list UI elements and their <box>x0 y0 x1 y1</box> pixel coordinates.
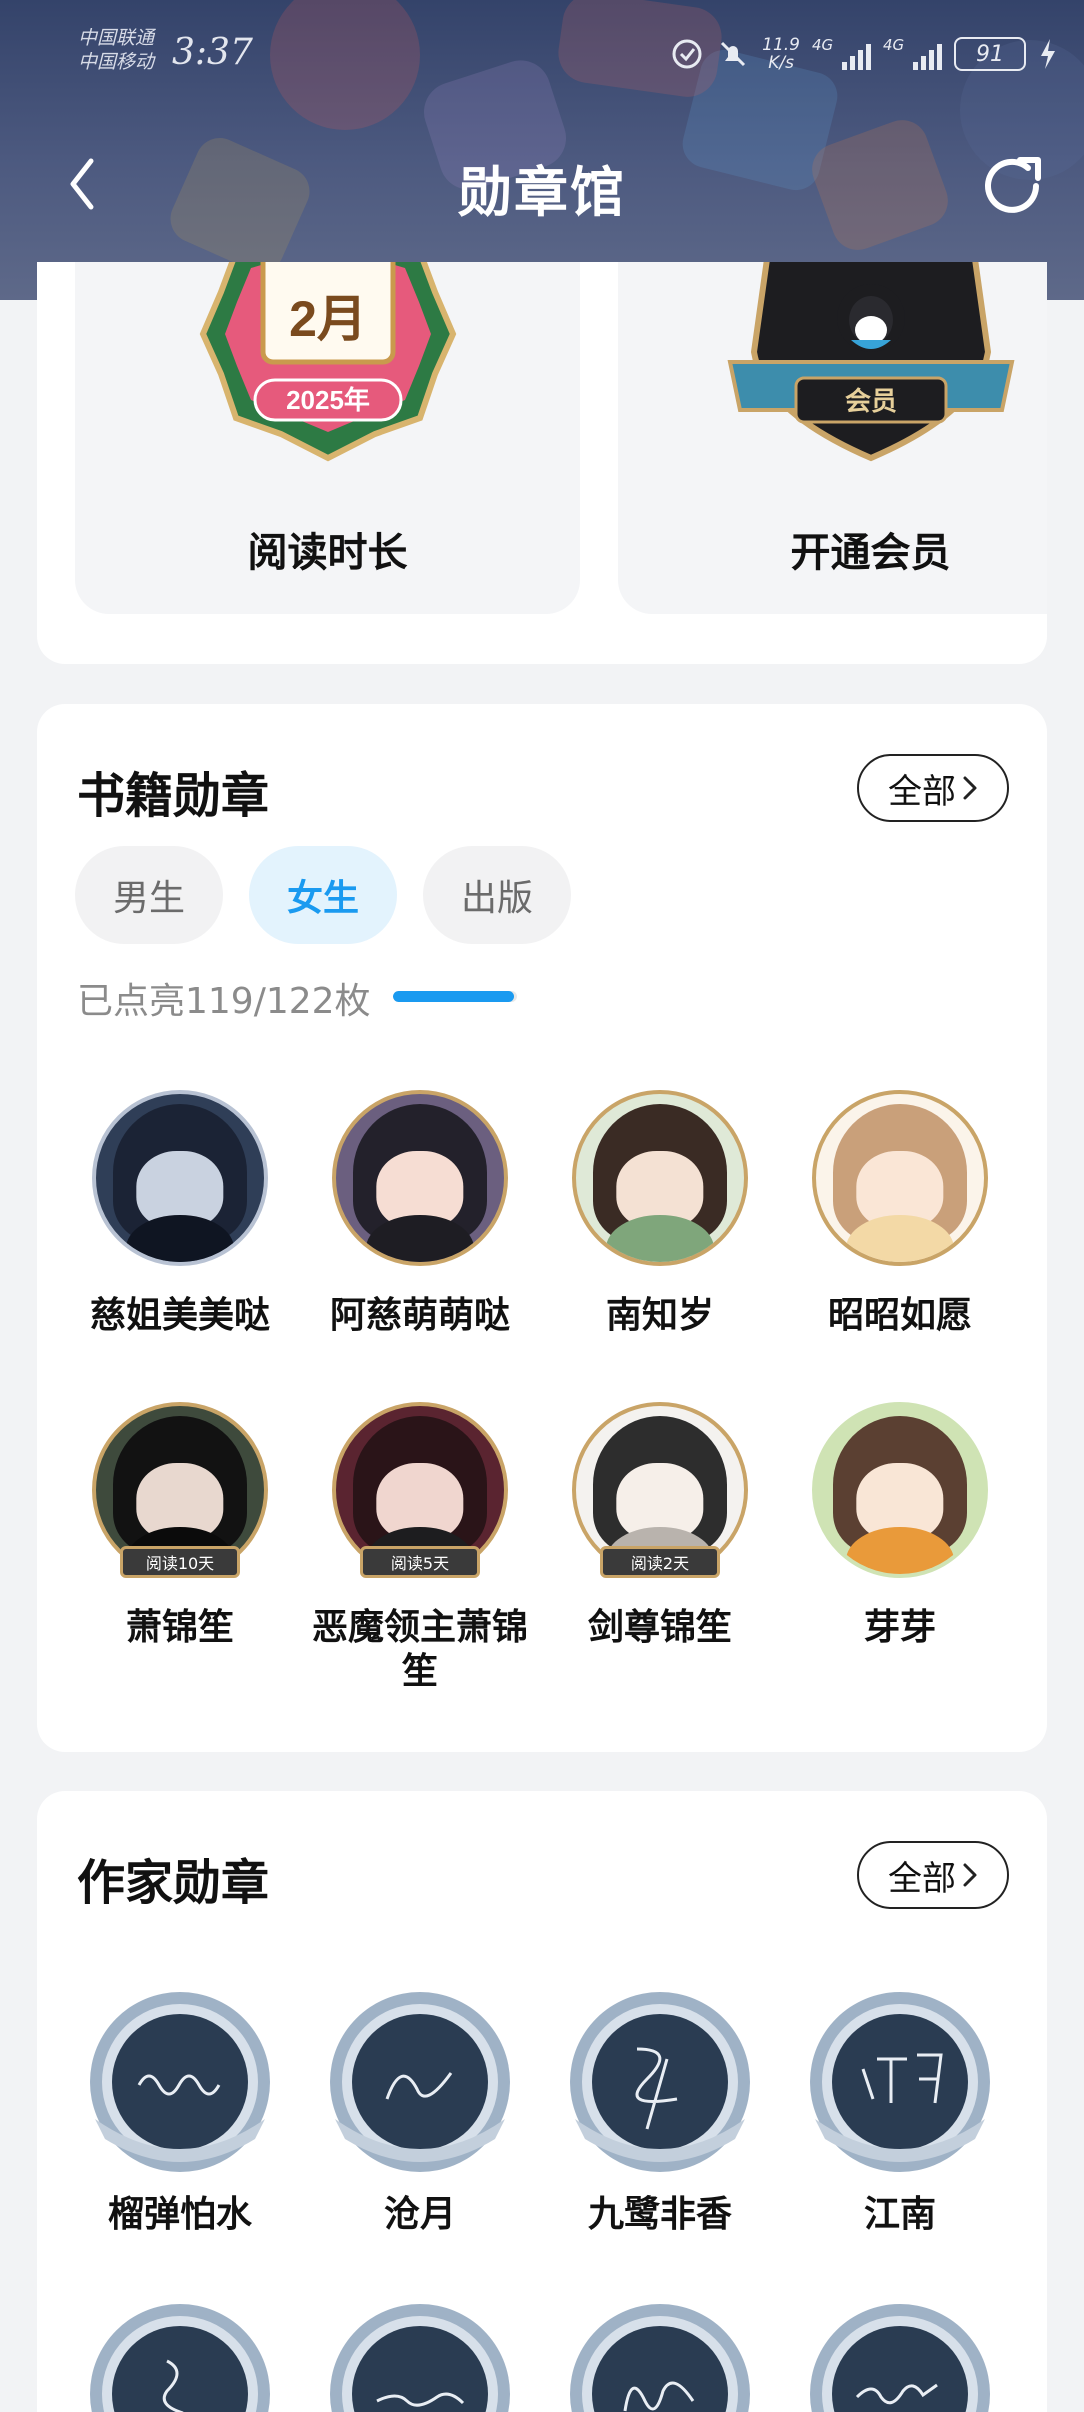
reading-days-ribbon: 阅读2天 <box>600 1546 720 1578</box>
book-badges-all-button[interactable]: 全部 <box>857 754 1009 822</box>
refresh-button[interactable] <box>978 150 1046 218</box>
membership-badge-image: 会员 <box>618 262 1047 472</box>
page-title: 勋章馆 <box>458 161 626 224</box>
book-badge-name: 昭昭如愿 <box>827 1295 972 1336</box>
refresh-icon <box>985 157 1041 213</box>
chevron-right-icon <box>963 776 977 800</box>
mute-icon <box>716 37 750 71</box>
book-badge-name: 萧锦笙 <box>125 1607 234 1648</box>
lit-progress-bar <box>393 991 517 1002</box>
svg-text:2月: 2月 <box>289 291 367 347</box>
lit-progress-fill <box>393 991 514 1002</box>
tab-female[interactable]: 女生 <box>249 846 397 944</box>
author-signature-badge <box>330 2304 510 2412</box>
book-badge-avatar: 阅读5天 <box>330 1396 510 1596</box>
charging-icon <box>1041 39 1055 69</box>
carrier-info: 中国联通 中国移动 <box>78 26 154 74</box>
book-badge-avatar <box>330 1084 510 1284</box>
membership-badge[interactable]: 会员 开通会员 <box>618 262 1047 614</box>
net-speed: 11.9 K/s <box>762 35 800 73</box>
author-badges-title: 作家勋章 <box>77 1855 270 1911</box>
book-badge-avatar <box>570 1084 750 1284</box>
author-signature-badge <box>810 1992 990 2172</box>
vpn-icon <box>670 37 704 71</box>
book-badges-title: 书籍勋章 <box>77 768 270 824</box>
book-badge-avatar <box>810 1396 990 1596</box>
book-badge-name: 恶魔领主萧锦笙 <box>311 1607 528 1692</box>
book-category-tabs: 男生 女生 出版 <box>75 846 571 944</box>
author-name: 九鹭非香 <box>587 2194 732 2235</box>
tab-male[interactable]: 男生 <box>75 846 223 944</box>
svg-text:2025年: 2025年 <box>286 385 370 415</box>
signal-icon: 4G <box>812 36 871 70</box>
book-badge-name: 剑尊锦笙 <box>587 1607 732 1648</box>
carrier-2: 中国移动 <box>78 51 155 73</box>
signal-icon-2: 4G <box>883 36 942 70</box>
author-name: 榴弹怕水 <box>107 2194 252 2235</box>
lit-count-text: 已点亮119/122枚 <box>77 981 371 1022</box>
reading-time-badge[interactable]: 2月 2025年 阅读时长 <box>75 262 580 614</box>
carrier-1: 中国联通 <box>78 27 155 49</box>
status-icons: 11.9 K/s 4G 4G 91 <box>670 30 1058 78</box>
author-signature-badge <box>570 1992 750 2172</box>
chevron-right-icon <box>963 1863 977 1887</box>
battery-icon: 91 <box>954 37 1026 71</box>
header: 中国联通 中国移动 3:37 11.9 K/s 4G 4G 91 勋章馆 <box>0 0 1084 300</box>
reading-time-label: 阅读时长 <box>247 530 408 576</box>
clock: 3:37 <box>172 32 253 73</box>
reading-days-ribbon: 阅读5天 <box>360 1546 480 1578</box>
book-badge-name: 芽芽 <box>863 1607 936 1648</box>
author-signature-badge <box>90 1992 270 2172</box>
book-badge-name: 南知岁 <box>605 1295 714 1336</box>
author-badges-card: 作家勋章 全部 榴弹怕水 沧月 九鹭非香 江南 <box>37 1791 1047 2412</box>
membership-label: 开通会员 <box>790 530 951 576</box>
book-badge-name: 阿慈萌萌哒 <box>329 1295 510 1336</box>
reading-time-badge-image: 2月 2025年 <box>75 262 580 472</box>
book-badge-avatar <box>90 1084 270 1284</box>
status-bar: 中国联通 中国移动 3:37 11.9 K/s 4G 4G 91 <box>0 0 1084 110</box>
book-badge-avatar: 阅读10天 <box>90 1396 270 1596</box>
author-signature-badge <box>330 1992 510 2172</box>
author-name: 江南 <box>863 2194 936 2235</box>
book-badges-card: 书籍勋章 全部 男生 女生 出版 已点亮119/122枚 慈姐美美哒 阿慈萌萌哒… <box>37 704 1047 1752</box>
tab-publishing[interactable]: 出版 <box>423 846 571 944</box>
reading-days-ribbon: 阅读10天 <box>120 1546 240 1578</box>
svg-text:会员: 会员 <box>845 386 897 416</box>
book-badge-avatar <box>810 1084 990 1284</box>
author-name: 沧月 <box>383 2194 456 2235</box>
author-signature-badge <box>810 2304 990 2412</box>
author-signature-badge <box>570 2304 750 2412</box>
author-badges-all-button[interactable]: 全部 <box>857 1841 1009 1909</box>
book-badge-avatar: 阅读2天 <box>570 1396 750 1596</box>
author-signature-badge <box>90 2304 270 2412</box>
featured-badges-card: 2月 2025年 阅读时长 会员 开通会员 <box>37 262 1047 664</box>
book-badge-name: 慈姐美美哒 <box>89 1295 270 1336</box>
